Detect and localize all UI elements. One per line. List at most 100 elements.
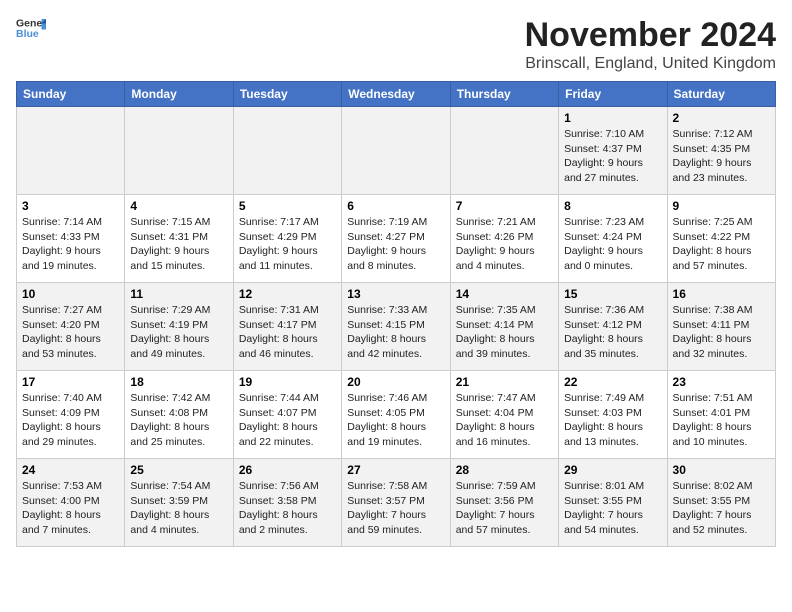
logo-icon: General Blue [16,16,46,40]
day-info: Sunrise: 8:01 AM Sunset: 3:55 PM Dayligh… [564,479,661,538]
day-info: Sunrise: 7:36 AM Sunset: 4:12 PM Dayligh… [564,303,661,362]
month-title: November 2024 [525,16,776,55]
day-info: Sunrise: 7:14 AM Sunset: 4:33 PM Dayligh… [22,215,119,274]
day-number: 23 [673,375,770,389]
day-info: Sunrise: 7:44 AM Sunset: 4:07 PM Dayligh… [239,391,336,450]
day-number: 19 [239,375,336,389]
day-info: Sunrise: 7:38 AM Sunset: 4:11 PM Dayligh… [673,303,770,362]
calendar-cell: 8 Sunrise: 7:23 AM Sunset: 4:24 PM Daylig… [559,195,667,283]
day-info: Sunrise: 7:58 AM Sunset: 3:57 PM Dayligh… [347,479,444,538]
day-info: Sunrise: 7:35 AM Sunset: 4:14 PM Dayligh… [456,303,553,362]
day-info: Sunrise: 7:23 AM Sunset: 4:24 PM Dayligh… [564,215,661,274]
day-info: Sunrise: 7:51 AM Sunset: 4:01 PM Dayligh… [673,391,770,450]
day-number: 25 [130,463,227,477]
calendar-cell: 7 Sunrise: 7:21 AM Sunset: 4:26 PM Daylig… [450,195,558,283]
calendar-cell: 9 Sunrise: 7:25 AM Sunset: 4:22 PM Daylig… [667,195,775,283]
calendar-cell: 5Sunrise: 7:17 AM Sunset: 4:29 PM Daylig… [233,195,341,283]
day-number: 4 [130,199,227,213]
day-number: 3 [22,199,119,213]
day-info: Sunrise: 7:25 AM Sunset: 4:22 PM Dayligh… [673,215,770,274]
calendar-table: SundayMondayTuesdayWednesdayThursdayFrid… [16,81,776,547]
title-section: November 2024 Brinscall, England, United… [525,16,776,73]
weekday-header-friday: Friday [559,82,667,107]
calendar-cell: 10 Sunrise: 7:27 AM Sunset: 4:20 PM Dayli… [17,283,125,371]
calendar-cell: 26 Sunrise: 7:56 AM Sunset: 3:58 PM Dayli… [233,459,341,547]
weekday-header-row: SundayMondayTuesdayWednesdayThursdayFrid… [17,82,776,107]
day-number: 28 [456,463,553,477]
day-info: Sunrise: 7:54 AM Sunset: 3:59 PM Dayligh… [130,479,227,538]
day-info: Sunrise: 7:42 AM Sunset: 4:08 PM Dayligh… [130,391,227,450]
day-info: Sunrise: 7:12 AM Sunset: 4:35 PM Dayligh… [673,127,770,186]
day-info: Sunrise: 7:15 AM Sunset: 4:31 PM Dayligh… [130,215,227,274]
day-number: 9 [673,199,770,213]
calendar-cell: 21Sunrise: 7:47 AM Sunset: 4:04 PM Dayli… [450,371,558,459]
day-info: Sunrise: 7:19 AM Sunset: 4:27 PM Dayligh… [347,215,444,274]
day-info: Sunrise: 7:49 AM Sunset: 4:03 PM Dayligh… [564,391,661,450]
calendar-cell: 12Sunrise: 7:31 AM Sunset: 4:17 PM Dayli… [233,283,341,371]
day-info: Sunrise: 7:29 AM Sunset: 4:19 PM Dayligh… [130,303,227,362]
day-number: 20 [347,375,444,389]
weekday-header-thursday: Thursday [450,82,558,107]
day-number: 12 [239,287,336,301]
day-number: 26 [239,463,336,477]
day-number: 7 [456,199,553,213]
logo: General Blue [16,16,46,40]
calendar-cell: 29 Sunrise: 8:01 AM Sunset: 3:55 PM Dayli… [559,459,667,547]
day-info: Sunrise: 7:56 AM Sunset: 3:58 PM Dayligh… [239,479,336,538]
day-number: 16 [673,287,770,301]
day-number: 13 [347,287,444,301]
day-info: Sunrise: 8:02 AM Sunset: 3:55 PM Dayligh… [673,479,770,538]
calendar-cell: 11 Sunrise: 7:29 AM Sunset: 4:19 PM Dayli… [125,283,233,371]
calendar-cell [233,107,341,195]
calendar-cell: 14 Sunrise: 7:35 AM Sunset: 4:14 PM Dayli… [450,283,558,371]
day-info: Sunrise: 7:53 AM Sunset: 4:00 PM Dayligh… [22,479,119,538]
day-number: 11 [130,287,227,301]
day-number: 5 [239,199,336,213]
calendar-cell: 22 Sunrise: 7:49 AM Sunset: 4:03 PM Dayli… [559,371,667,459]
day-number: 22 [564,375,661,389]
calendar-cell [450,107,558,195]
calendar-cell: 20 Sunrise: 7:46 AM Sunset: 4:05 PM Dayli… [342,371,450,459]
day-info: Sunrise: 7:40 AM Sunset: 4:09 PM Dayligh… [22,391,119,450]
svg-text:Blue: Blue [16,28,39,40]
calendar-cell: 16 Sunrise: 7:38 AM Sunset: 4:11 PM Dayli… [667,283,775,371]
calendar-cell: 4 Sunrise: 7:15 AM Sunset: 4:31 PM Daylig… [125,195,233,283]
day-number: 14 [456,287,553,301]
calendar-cell: 30 Sunrise: 8:02 AM Sunset: 3:55 PM Dayli… [667,459,775,547]
day-info: Sunrise: 7:10 AM Sunset: 4:37 PM Dayligh… [564,127,661,186]
calendar-cell: 3 Sunrise: 7:14 AM Sunset: 4:33 PM Daylig… [17,195,125,283]
calendar-cell: 28 Sunrise: 7:59 AM Sunset: 3:56 PM Dayli… [450,459,558,547]
day-number: 1 [564,111,661,125]
calendar-cell: 15Sunrise: 7:36 AM Sunset: 4:12 PM Dayli… [559,283,667,371]
day-number: 8 [564,199,661,213]
day-number: 30 [673,463,770,477]
weekday-header-wednesday: Wednesday [342,82,450,107]
calendar-cell [342,107,450,195]
day-info: Sunrise: 7:33 AM Sunset: 4:15 PM Dayligh… [347,303,444,362]
day-number: 2 [673,111,770,125]
day-info: Sunrise: 7:21 AM Sunset: 4:26 PM Dayligh… [456,215,553,274]
day-number: 27 [347,463,444,477]
calendar-cell: 27 Sunrise: 7:58 AM Sunset: 3:57 PM Dayli… [342,459,450,547]
day-number: 24 [22,463,119,477]
calendar-cell: 18 Sunrise: 7:42 AM Sunset: 4:08 PM Dayli… [125,371,233,459]
calendar-cell: 13 Sunrise: 7:33 AM Sunset: 4:15 PM Dayli… [342,283,450,371]
day-info: Sunrise: 7:59 AM Sunset: 3:56 PM Dayligh… [456,479,553,538]
day-info: Sunrise: 7:46 AM Sunset: 4:05 PM Dayligh… [347,391,444,450]
calendar-week-row: 10 Sunrise: 7:27 AM Sunset: 4:20 PM Dayli… [17,283,776,371]
calendar-week-row: 24 Sunrise: 7:53 AM Sunset: 4:00 PM Dayli… [17,459,776,547]
calendar-cell: 25 Sunrise: 7:54 AM Sunset: 3:59 PM Dayli… [125,459,233,547]
day-number: 21 [456,375,553,389]
weekday-header-saturday: Saturday [667,82,775,107]
day-number: 6 [347,199,444,213]
day-number: 18 [130,375,227,389]
calendar-cell: 1 Sunrise: 7:10 AM Sunset: 4:37 PM Daylig… [559,107,667,195]
day-number: 10 [22,287,119,301]
calendar-cell [125,107,233,195]
calendar-cell: 6 Sunrise: 7:19 AM Sunset: 4:27 PM Daylig… [342,195,450,283]
calendar-week-row: 1 Sunrise: 7:10 AM Sunset: 4:37 PM Daylig… [17,107,776,195]
day-info: Sunrise: 7:27 AM Sunset: 4:20 PM Dayligh… [22,303,119,362]
day-number: 29 [564,463,661,477]
calendar-week-row: 3 Sunrise: 7:14 AM Sunset: 4:33 PM Daylig… [17,195,776,283]
calendar-cell: 19 Sunrise: 7:44 AM Sunset: 4:07 PM Dayli… [233,371,341,459]
